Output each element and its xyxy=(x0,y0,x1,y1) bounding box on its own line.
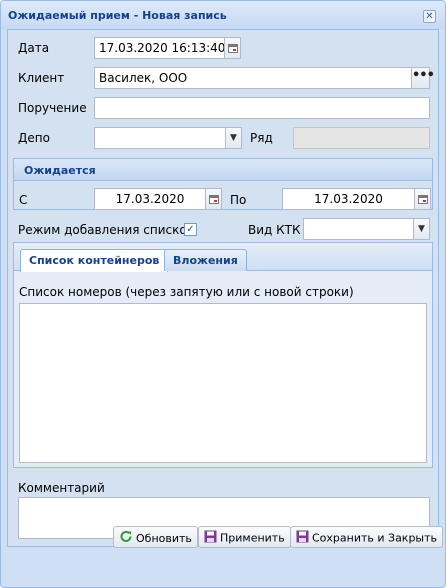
title-bar[interactable]: Ожидаемый прием - Новая запись ✕ xyxy=(1,1,445,29)
to-date-picker-button[interactable] xyxy=(414,188,431,210)
row-label: Ряд xyxy=(250,131,273,145)
save-icon xyxy=(296,530,309,546)
row-input xyxy=(293,127,430,149)
calendar-icon xyxy=(227,44,238,53)
refresh-button[interactable]: Обновить xyxy=(113,526,198,548)
date-label: Дата xyxy=(18,41,50,55)
save-and-close-button[interactable]: Сохранить и Закрыть xyxy=(290,526,444,548)
save-and-close-label: Сохранить и Закрыть xyxy=(312,531,438,545)
expected-fieldset: Ожидается С 17.03.2020 По 17.03.2020 xyxy=(13,158,433,210)
refresh-label: Обновить xyxy=(136,532,192,545)
close-button[interactable]: ✕ xyxy=(423,10,436,23)
client-label: Клиент xyxy=(18,71,65,85)
order-label: Поручение xyxy=(18,101,87,115)
comment-label: Комментарий xyxy=(18,481,105,495)
from-date-input[interactable]: 17.03.2020 xyxy=(94,188,206,210)
date-picker-button[interactable] xyxy=(224,37,241,59)
expected-header: Ожидается xyxy=(14,159,432,181)
apply-button[interactable]: Применить xyxy=(198,526,291,548)
save-icon xyxy=(204,530,217,546)
depot-dropdown-button[interactable]: ▼ xyxy=(225,127,242,149)
tab-container-list[interactable]: Список контейнеров xyxy=(20,249,169,272)
date-input[interactable]: 17.03.2020 16:13:40 xyxy=(94,37,225,59)
chevron-down-icon: ▼ xyxy=(418,224,425,234)
dialog-window: Ожидаемый прием - Новая запись ✕ Дата 17… xyxy=(0,0,446,588)
depot-label: Депо xyxy=(18,131,50,145)
expected-title: Ожидается xyxy=(24,164,96,177)
tab-attachments[interactable]: Вложения xyxy=(164,249,247,271)
refresh-icon xyxy=(119,530,133,547)
ktk-type-select[interactable] xyxy=(303,218,414,240)
calendar-icon xyxy=(208,195,219,204)
list-mode-checkbox[interactable]: ✓ xyxy=(184,223,197,236)
from-label: С xyxy=(19,193,28,207)
tab-panel: Список контейнеров Вложения Список номер… xyxy=(13,242,433,468)
ellipsis-icon: ••• xyxy=(412,68,435,83)
to-date-input[interactable]: 17.03.2020 xyxy=(282,188,415,210)
dialog-title: Ожидаемый прием - Новая запись xyxy=(8,9,227,22)
ktk-type-label: Вид КТК xyxy=(248,223,301,237)
form-body: Дата 17.03.2020 16:13:40 Клиент Василек,… xyxy=(7,29,439,547)
depot-select[interactable] xyxy=(94,127,226,149)
numbers-textarea[interactable] xyxy=(19,303,427,463)
numbers-label: Список номеров (через запятую или с ново… xyxy=(19,285,354,299)
close-icon: ✕ xyxy=(425,11,434,22)
chevron-down-icon: ▼ xyxy=(230,133,237,143)
list-mode-label: Режим добавления списком xyxy=(18,223,196,237)
client-input[interactable]: Василек, ООО xyxy=(94,67,412,89)
apply-label: Применить xyxy=(220,531,285,545)
calendar-icon xyxy=(417,195,428,204)
to-label: По xyxy=(230,193,247,207)
from-date-picker-button[interactable] xyxy=(205,188,222,210)
ktk-type-dropdown-button[interactable]: ▼ xyxy=(413,218,430,240)
client-lookup-button[interactable]: ••• xyxy=(411,67,435,89)
order-input[interactable] xyxy=(94,97,430,119)
tab-strip: Список контейнеров Вложения xyxy=(14,243,432,272)
